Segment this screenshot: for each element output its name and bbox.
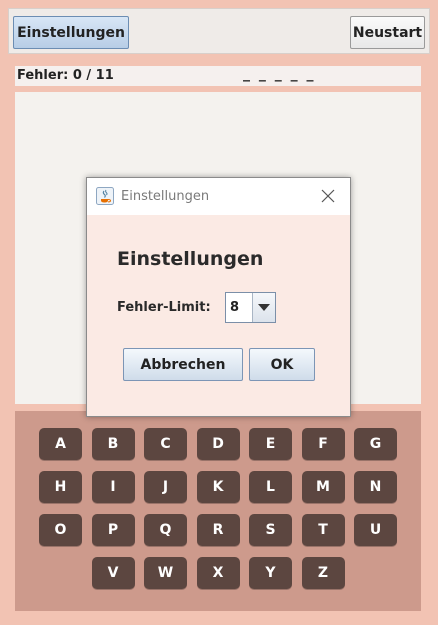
key-b[interactable]: B [91,428,135,460]
cancel-button[interactable]: Abbrechen [123,348,243,381]
word-display: _ _ _ _ _ [243,66,316,82]
restart-button[interactable]: Neustart [350,16,425,49]
key-q[interactable]: Q [144,514,187,546]
key-m[interactable]: M [301,471,345,503]
error-limit-select[interactable]: 8 [225,292,276,323]
key-a[interactable]: A [39,428,82,460]
ok-button[interactable]: OK [249,348,315,381]
key-j[interactable]: J [144,471,187,503]
key-x[interactable]: X [196,557,240,589]
key-v[interactable]: V [91,557,135,589]
key-u[interactable]: U [354,514,397,546]
key-y[interactable]: Y [249,557,292,589]
key-p[interactable]: P [91,514,135,546]
key-f[interactable]: F [301,428,345,460]
close-icon[interactable] [315,184,341,208]
key-n[interactable]: N [354,471,397,503]
dialog-heading: Einstellungen [117,248,264,270]
key-w[interactable]: W [144,557,187,589]
key-d[interactable]: D [196,428,240,460]
key-k[interactable]: K [196,471,240,503]
error-limit-label: Fehler-Limit: [117,300,211,315]
settings-dialog: Einstellungen Einstellungen Fehler-Limit… [86,177,351,417]
key-g[interactable]: G [354,428,397,460]
toolbar: Einstellungen Neustart [8,8,430,54]
java-icon [96,187,114,205]
dialog-titlebar: Einstellungen [87,178,350,215]
settings-button[interactable]: Einstellungen [13,16,129,49]
letter-keyboard: ABCDEFG HIJKLMN OPQRSTU VWXYZ [15,411,421,611]
key-i[interactable]: I [91,471,135,503]
key-t[interactable]: T [301,514,345,546]
key-r[interactable]: R [196,514,240,546]
dialog-window-title: Einstellungen [121,189,210,204]
key-h[interactable]: H [39,471,82,503]
key-s[interactable]: S [249,514,292,546]
status-row: Fehler: 0 / 11 _ _ _ _ _ [15,66,421,86]
key-l[interactable]: L [249,471,292,503]
key-c[interactable]: C [144,428,187,460]
key-o[interactable]: O [39,514,82,546]
key-z[interactable]: Z [301,557,345,589]
key-e[interactable]: E [249,428,292,460]
error-limit-value: 8 [230,300,240,315]
error-counter: Fehler: 0 / 11 [17,68,114,83]
chevron-down-icon[interactable] [252,293,275,322]
